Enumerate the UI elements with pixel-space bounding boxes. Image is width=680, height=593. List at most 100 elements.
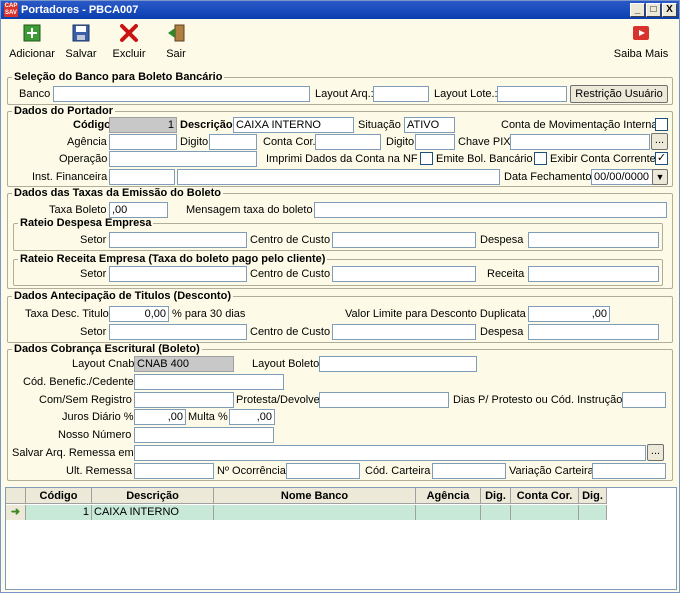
conta-mov-checkbox[interactable] — [655, 118, 668, 131]
exit-button[interactable]: Sair — [161, 23, 191, 60]
portador-legend: Dados do Portador — [14, 105, 114, 117]
antecipacao-centro-input[interactable] — [332, 324, 476, 340]
juros-input[interactable]: ,00 — [134, 409, 186, 425]
bank-input[interactable] — [53, 86, 310, 102]
emite-checkbox[interactable] — [534, 152, 547, 165]
despesa-input[interactable] — [528, 232, 659, 248]
emite-label: Emite Bol. Bancário — [436, 153, 533, 165]
about-label: Saiba Mais — [613, 48, 669, 60]
variacao-carteira-input[interactable] — [592, 463, 666, 479]
save-button[interactable]: Salvar — [63, 23, 99, 60]
digito2-label: Digito — [386, 136, 415, 148]
grid-header-descricao[interactable]: Descrição — [92, 488, 214, 504]
receita-centro-input[interactable] — [332, 266, 476, 282]
despesa-setor-label: Setor — [80, 234, 107, 246]
com-sem-registro-label: Com/Sem Registro — [39, 394, 132, 406]
inst-financeira-code-input[interactable] — [109, 169, 175, 185]
cell-dig[interactable] — [481, 505, 511, 520]
ocorrencia-input[interactable] — [286, 463, 360, 479]
user-restriction-button[interactable]: Restrição Usuário — [570, 85, 668, 103]
dias-protesto-input[interactable] — [622, 392, 666, 408]
layout-arq-input[interactable] — [373, 86, 429, 102]
grid-header-nome-banco[interactable]: Nome Banco — [214, 488, 416, 504]
grid-header-dig[interactable]: Dig. — [481, 488, 511, 504]
multa-input[interactable]: ,00 — [229, 409, 275, 425]
title-bar[interactable]: CAP SAV Portadores - PBCA007 _ □ X — [1, 1, 679, 19]
salvar-remessa-input[interactable] — [134, 445, 646, 461]
receita-setor-label: Setor — [80, 268, 107, 280]
imprimi-checkbox[interactable] — [420, 152, 433, 165]
ult-remessa-input[interactable] — [134, 463, 214, 479]
chave-pix-browse-button[interactable]: ... — [651, 133, 668, 150]
main-window: CAP SAV Portadores - PBCA007 _ □ X Adici… — [0, 0, 680, 593]
situacao-label: Situação — [358, 119, 401, 131]
descricao-label: Descrição — [180, 119, 233, 131]
data-fechamento-dropdown[interactable]: ▼ — [652, 169, 668, 185]
grid-header-agencia[interactable]: Agência — [416, 488, 481, 504]
receita-setor-input[interactable] — [109, 266, 247, 282]
digito-input[interactable] — [209, 134, 257, 150]
conta-cor-input[interactable] — [315, 134, 381, 150]
layout-lote-input[interactable] — [497, 86, 567, 102]
descricao-input[interactable]: CAIXA INTERNO — [233, 117, 354, 133]
taxa-boleto-input[interactable]: ,00 — [109, 202, 168, 218]
chave-pix-input[interactable] — [510, 134, 650, 150]
layout-cnab-input[interactable]: CNAB 400 — [134, 356, 234, 372]
add-button[interactable]: Adicionar — [7, 23, 57, 60]
layout-boleto-label: Layout Boleto — [252, 358, 320, 370]
ocorrencia-label: Nº Ocorrência — [217, 465, 286, 477]
cell-codigo[interactable]: 1 — [26, 505, 92, 520]
receita-input[interactable] — [528, 266, 659, 282]
minimize-button[interactable]: _ — [630, 3, 645, 17]
juros-label: Juros Diário % — [62, 411, 134, 423]
com-sem-registro-input[interactable] — [134, 392, 234, 408]
nosso-numero-input[interactable] — [134, 427, 274, 443]
valor-limite-input[interactable]: ,00 — [528, 306, 610, 322]
taxa-desc-input[interactable]: 0,00 — [109, 306, 169, 322]
rateio-despesa-legend: Rateio Despesa Empresa — [20, 217, 152, 229]
agencia-label: Agência — [67, 136, 107, 148]
portadores-grid[interactable]: Código Descrição Nome Banco Agência Dig.… — [5, 487, 677, 590]
inst-financeira-label: Inst. Financeira — [32, 171, 108, 183]
cod-carteira-input[interactable] — [432, 463, 506, 479]
antecipacao-despesa-input[interactable] — [528, 324, 659, 340]
taxa-desc-label: Taxa Desc. Titulo — [25, 308, 109, 320]
cod-benefic-input[interactable] — [134, 374, 284, 390]
grid-header-conta-cor[interactable]: Conta Cor. — [511, 488, 579, 504]
cell-dig2[interactable] — [579, 505, 607, 520]
exibir-checkbox[interactable]: ✓ — [655, 152, 668, 165]
digito2-input[interactable] — [415, 134, 455, 150]
antecipacao-setor-label: Setor — [80, 326, 107, 338]
layout-boleto-input[interactable] — [319, 356, 477, 372]
despesa-setor-input[interactable] — [109, 232, 247, 248]
toolbar: Adicionar Salvar Excluir Sair Saiba Mais — [1, 19, 679, 67]
inst-financeira-name-input[interactable] — [177, 169, 500, 185]
operacao-input[interactable] — [109, 151, 257, 167]
conta-mov-label: Conta de Movimentação Interna — [501, 119, 658, 131]
situacao-input[interactable]: ATIVO — [404, 117, 455, 133]
salvar-remessa-browse-button[interactable]: ... — [647, 444, 664, 461]
protesta-label: Protesta/Devolve — [236, 394, 320, 406]
delete-button[interactable]: Excluir — [109, 23, 149, 60]
mensagem-input[interactable] — [314, 202, 667, 218]
add-icon — [23, 24, 41, 42]
grid-header-codigo[interactable]: Código — [26, 488, 92, 504]
delete-label: Excluir — [112, 48, 146, 60]
maximize-button[interactable]: □ — [646, 3, 661, 17]
layout-lote-label: Layout Lote.: — [434, 88, 498, 100]
agencia-input[interactable] — [109, 134, 177, 150]
data-fechamento-input[interactable]: 00/00/0000 — [591, 169, 657, 185]
cell-nome-banco[interactable] — [214, 505, 416, 520]
antecipacao-setor-input[interactable] — [109, 324, 247, 340]
despesa-centro-input[interactable] — [332, 232, 476, 248]
about-button[interactable]: Saiba Mais — [611, 23, 671, 60]
floppy-icon — [72, 24, 90, 42]
layout-arq-label: Layout Arq.: — [315, 88, 374, 100]
close-button[interactable]: X — [662, 3, 677, 17]
protesta-input[interactable] — [319, 392, 449, 408]
cell-descricao[interactable]: CAIXA INTERNO — [92, 505, 214, 520]
codigo-input[interactable]: 1 — [109, 117, 177, 133]
grid-header-dig2[interactable]: Dig. — [579, 488, 607, 504]
cell-agencia[interactable] — [416, 505, 481, 520]
cell-conta-cor[interactable] — [511, 505, 579, 520]
